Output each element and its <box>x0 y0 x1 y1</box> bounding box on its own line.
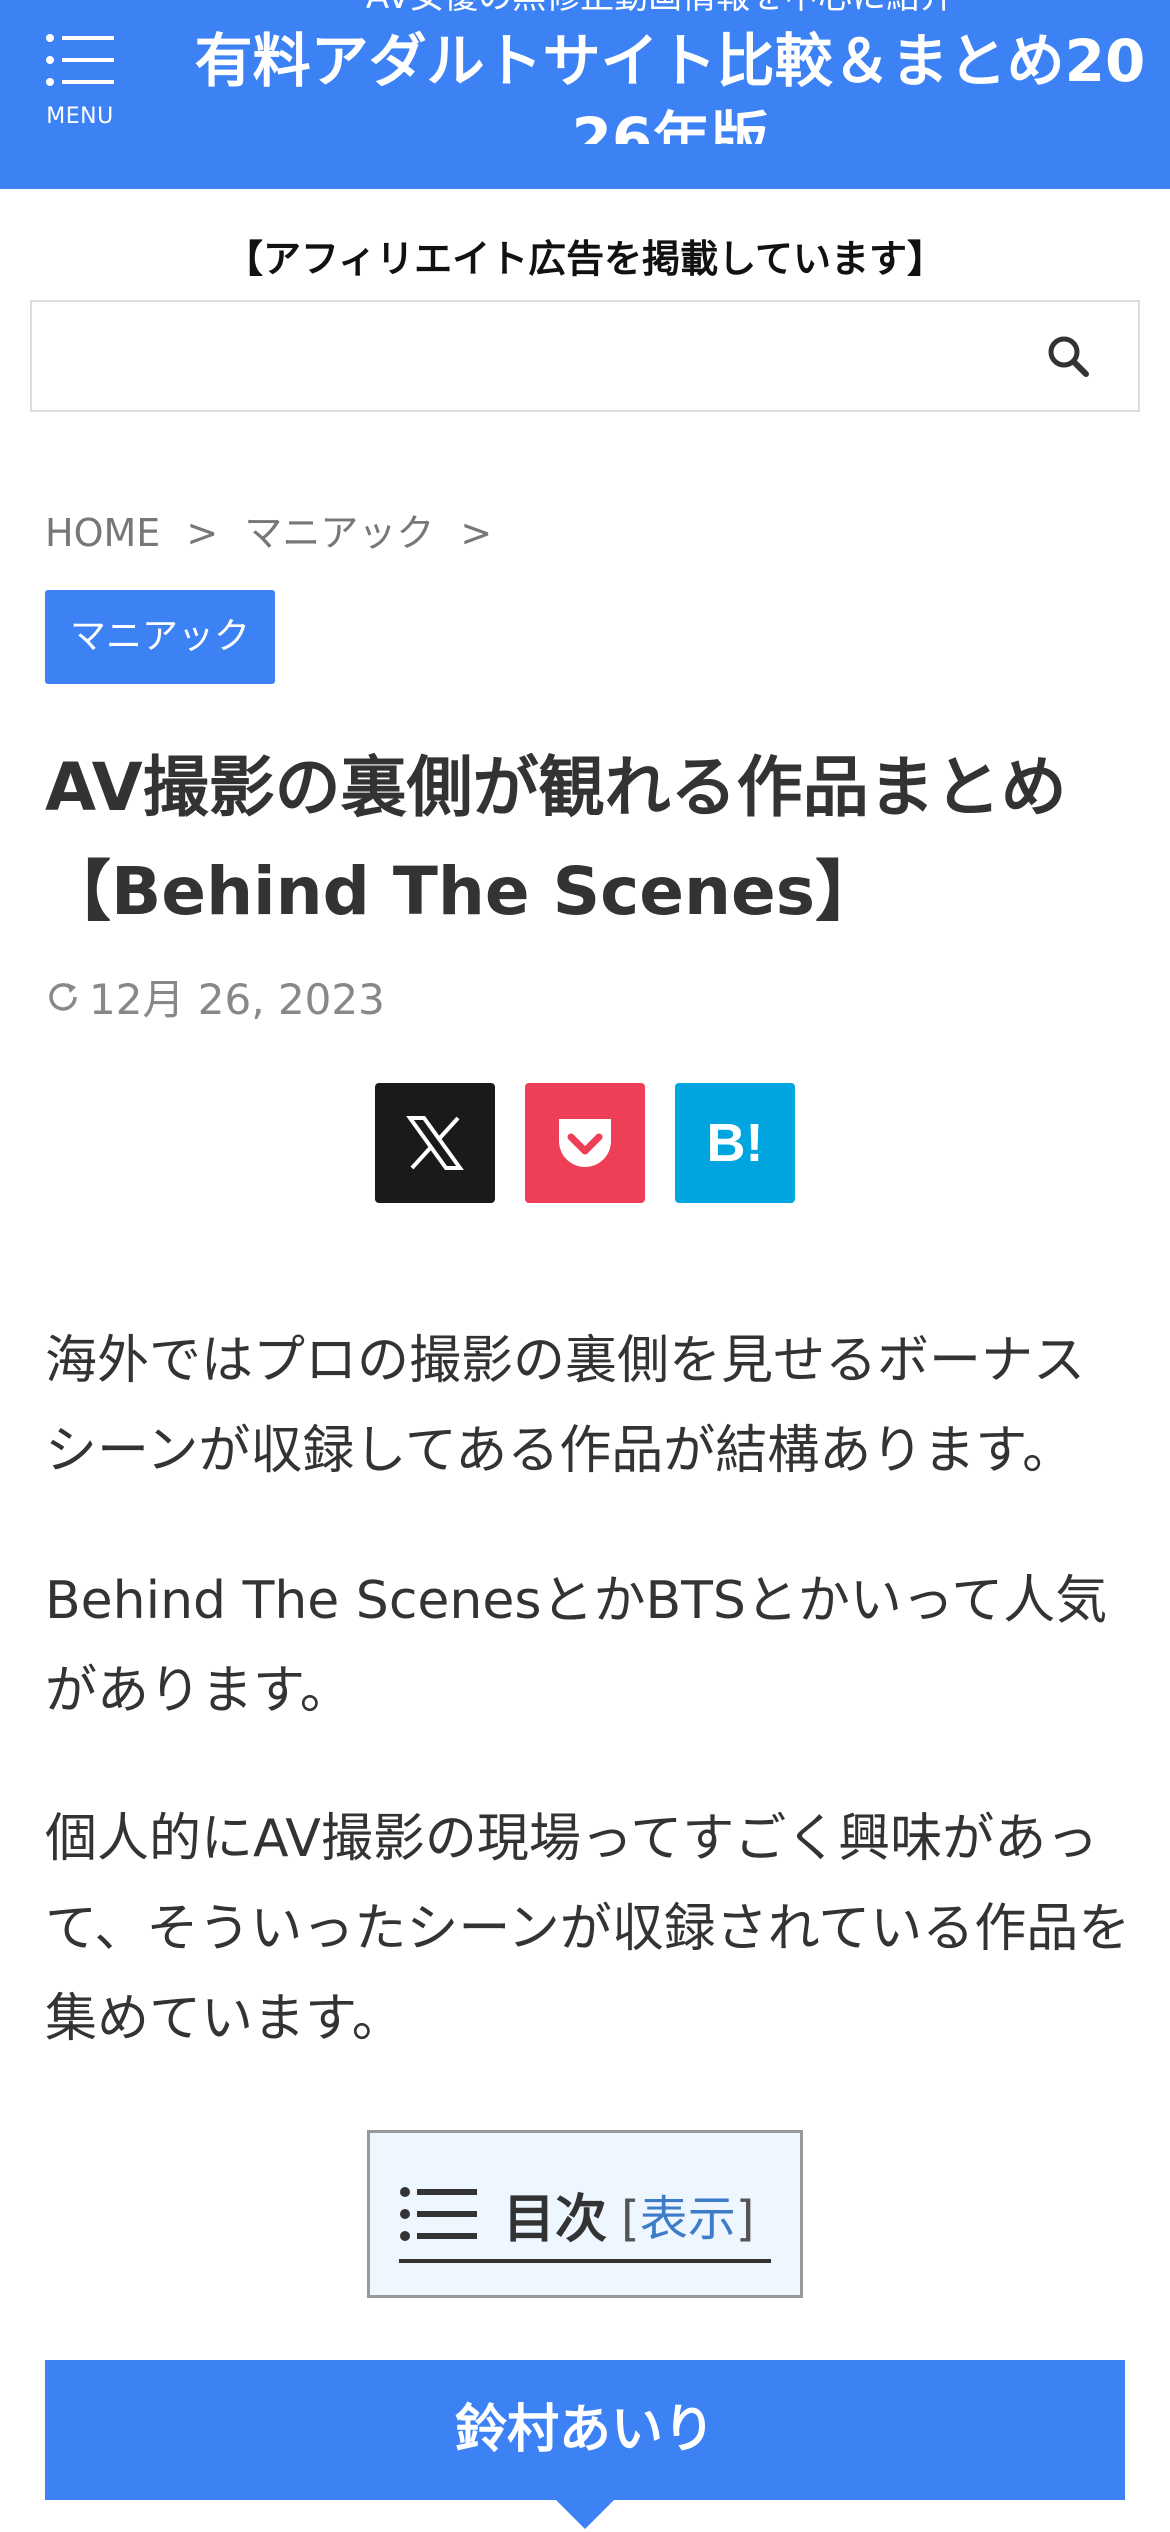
menu-button[interactable]: MENU <box>40 24 120 134</box>
search-icon[interactable] <box>1044 332 1094 382</box>
site-tagline: AV女優の無修正動画情報を中心に紹介 <box>150 0 1170 14</box>
category-label[interactable]: マニアック <box>45 590 276 684</box>
hatena-share-button[interactable]: B! <box>675 1083 795 1203</box>
body-paragraph: 個人的にAV撮影の現場ってすごく興味があって、そういったシーンが収録されている作… <box>45 1809 1131 2049</box>
section-heading: 鈴村あいり <box>45 2360 1125 2500</box>
breadcrumb-home[interactable]: HOME <box>45 511 160 555</box>
list-icon <box>400 2187 477 2241</box>
body-paragraph: 海外ではプロの撮影の裏側を見せるボーナスシーンが収録してある作品が結構あります。 <box>45 1331 1086 1481</box>
x-logo-icon <box>406 1116 464 1170</box>
search-form <box>30 300 1140 412</box>
post-title: AV撮影の裏側が観れる作品まとめ【Behind The Scenes】 <box>45 749 1067 930</box>
breadcrumb-separator: > <box>186 511 219 555</box>
share-buttons: B! <box>375 1083 795 1203</box>
post-date-text: 12月 26, 2023 <box>89 975 385 1024</box>
toc-bracket-close: ] <box>735 2191 755 2247</box>
pocket-icon <box>559 1119 611 1167</box>
breadcrumb: HOME > マニアック > <box>45 502 506 557</box>
toc-title: 目次 <box>503 2189 608 2250</box>
table-of-contents: 目次 [表示] <box>367 2130 803 2298</box>
hatena-bookmark-label: B! <box>706 1113 764 1173</box>
section-heading-arrow <box>555 2499 615 2529</box>
breadcrumb-category[interactable]: マニアック <box>244 511 434 555</box>
x-share-button[interactable] <box>375 1083 495 1203</box>
site-header: MENU AV女優の無修正動画情報を中心に紹介 有料アダルトサイト比較＆まとめ2… <box>0 0 1170 189</box>
refresh-icon <box>49 982 77 1011</box>
breadcrumb-separator: > <box>460 511 493 555</box>
body-paragraph: Behind The ScenesとかBTSとかいって人気があります。 <box>45 1571 1108 1721</box>
affiliate-notice: 【アフィリエイト広告を掲載しています】 <box>224 237 946 281</box>
toc-bracket-open: [ <box>621 2191 640 2247</box>
site-title[interactable]: 有料アダルトサイト比較＆まとめ2026年版 <box>175 22 1165 144</box>
toc-toggle: [表示] <box>621 2179 754 2249</box>
hamburger-menu-icon <box>46 34 114 86</box>
post-date: 12月 26, 2023 <box>45 966 385 1027</box>
toc-header: 目次 [表示] <box>399 2169 771 2263</box>
menu-label: MENU <box>46 104 114 129</box>
toc-show-link[interactable]: 表示 <box>640 2191 736 2247</box>
pocket-share-button[interactable] <box>525 1083 645 1203</box>
search-input[interactable] <box>32 302 992 410</box>
